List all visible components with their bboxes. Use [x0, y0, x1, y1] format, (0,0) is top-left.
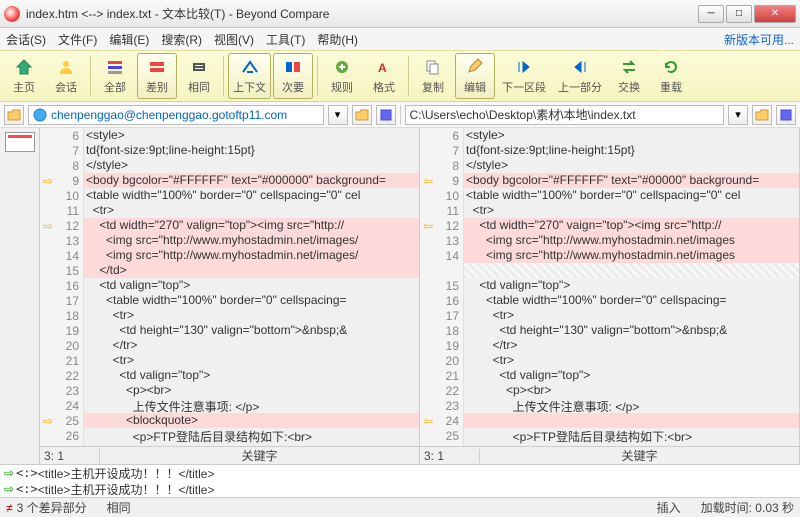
menu-help[interactable]: 帮助(H)	[317, 31, 358, 48]
edit-icon	[465, 57, 485, 77]
menu-tools[interactable]: 工具(T)	[266, 31, 305, 48]
update-link[interactable]: 新版本可用...	[724, 31, 794, 48]
copy-button[interactable]: 复制	[413, 53, 453, 99]
rules-icon	[332, 57, 352, 77]
right-keyword-label: 关键字	[480, 447, 799, 464]
left-gutter: 6789⇨101112⇨13141516171819202122232425⇨2…	[40, 128, 84, 446]
diff-icon	[147, 57, 167, 77]
right-pane: 6789⇦101112⇦131415161718192021222324⇦25 …	[420, 128, 800, 464]
status-insert: 插入	[657, 499, 681, 516]
path-row: chenpenggao@chenpenggao.gotoftp11.com ▾ …	[0, 102, 800, 128]
right-code[interactable]: <style>td{font-size:9pt;line-height:15pt…	[464, 128, 799, 446]
prevsection-button[interactable]: 上一部分	[553, 53, 607, 99]
detail-line: ⇨<:><title>主机开设成功！！！</title>	[0, 465, 800, 481]
menu-view[interactable]: 视图(V)	[214, 31, 254, 48]
same-icon	[189, 57, 209, 77]
copy-icon	[423, 57, 443, 77]
swap-button[interactable]: 交换	[609, 53, 649, 99]
left-cursor-pos: 3: 1	[40, 449, 100, 463]
right-path-input[interactable]: C:\Users\echo\Desktop\素材\本地\index.txt	[405, 105, 725, 125]
menu-edit[interactable]: 编辑(E)	[109, 31, 149, 48]
session-button[interactable]: 会话	[46, 53, 86, 99]
window-title: index.htm <--> index.txt - 文本比较(T) - Bey…	[26, 5, 698, 22]
status-same: 相同	[107, 499, 131, 516]
thumbnail[interactable]	[5, 132, 35, 152]
reload-button[interactable]: 重载	[651, 53, 691, 99]
arrow-right-icon: ⇨	[4, 482, 14, 496]
nextsection-button[interactable]: 下一区段	[497, 53, 551, 99]
all-button[interactable]: 全部	[95, 53, 135, 99]
home-button[interactable]: 主页	[4, 53, 44, 99]
left-pane: 6789⇨101112⇨13141516171819202122232425⇨2…	[40, 128, 420, 464]
toolbar: 主页 会话 全部 差别 相同 上下文 次要 规则 A 格式 复制 编辑	[0, 50, 800, 102]
right-cursor-pos: 3: 1	[420, 449, 480, 463]
minor-icon	[283, 57, 303, 77]
context-button[interactable]: 上下文	[228, 53, 271, 99]
rules-button[interactable]: 规则	[322, 53, 362, 99]
left-pane-footer: 3: 1 关键字	[40, 446, 419, 464]
menu-session[interactable]: 会话(S)	[6, 31, 46, 48]
maximize-button[interactable]: □	[726, 5, 752, 23]
svg-text:A: A	[378, 61, 387, 75]
right-save-button[interactable]	[776, 105, 796, 125]
left-path-input[interactable]: chenpenggao@chenpenggao.gotoftp11.com	[28, 105, 324, 125]
left-keyword-label: 关键字	[100, 447, 419, 464]
save-icon	[780, 109, 792, 121]
left-browse-button[interactable]	[352, 105, 372, 125]
diff-mark-icon: ≠	[6, 501, 13, 515]
left-dropdown-button[interactable]: ▾	[328, 105, 348, 125]
right-gutter: 6789⇦101112⇦131415161718192021222324⇦25	[420, 128, 464, 446]
folder-open-icon	[355, 109, 369, 121]
statusbar: ≠ 3 个差异部分 相同 插入 加载时间: 0.03 秒	[0, 497, 800, 517]
right-browse-button[interactable]	[752, 105, 772, 125]
left-code[interactable]: <style>td{font-size:9pt;line-height:15pt…	[84, 128, 419, 446]
globe-icon	[33, 108, 47, 122]
context-icon	[240, 57, 260, 77]
all-icon	[105, 57, 125, 77]
status-diffs: 3 个差异部分	[17, 501, 87, 515]
home-icon	[14, 57, 34, 77]
folder-open-icon	[755, 109, 769, 121]
app-icon	[4, 6, 20, 22]
left-save-button[interactable]	[376, 105, 396, 125]
right-dropdown-button[interactable]: ▾	[728, 105, 748, 125]
folder-icon	[7, 109, 21, 121]
detail-line: ⇨<:><title>主机开设成功！！！</title>	[0, 481, 800, 497]
menubar: 会话(S) 文件(F) 编辑(E) 搜索(R) 视图(V) 工具(T) 帮助(H…	[0, 28, 800, 50]
menu-search[interactable]: 搜索(R)	[161, 31, 202, 48]
detail-view: ⇨<:><title>主机开设成功！！！</title> ⇨<:><title>…	[0, 464, 800, 497]
thumbnail-strip[interactable]	[0, 128, 40, 464]
minor-button[interactable]: 次要	[273, 53, 313, 99]
same-button[interactable]: 相同	[179, 53, 219, 99]
arrow-right-icon: ⇨	[4, 466, 14, 480]
swap-icon	[619, 57, 639, 77]
minimize-button[interactable]: ─	[698, 5, 724, 23]
next-icon	[514, 57, 534, 77]
menu-file[interactable]: 文件(F)	[58, 31, 97, 48]
format-button[interactable]: A 格式	[364, 53, 404, 99]
status-loadtime: 加载时间: 0.03 秒	[701, 499, 794, 516]
prev-icon	[570, 57, 590, 77]
close-button[interactable]: ✕	[754, 5, 796, 23]
left-open-button[interactable]	[4, 105, 24, 125]
format-icon: A	[374, 57, 394, 77]
save-icon	[380, 109, 392, 121]
titlebar: index.htm <--> index.txt - 文本比较(T) - Bey…	[0, 0, 800, 28]
session-icon	[56, 57, 76, 77]
diff-button[interactable]: 差别	[137, 53, 177, 99]
reload-icon	[661, 57, 681, 77]
right-pane-footer: 3: 1 关键字	[420, 446, 799, 464]
edit-button[interactable]: 编辑	[455, 53, 495, 99]
